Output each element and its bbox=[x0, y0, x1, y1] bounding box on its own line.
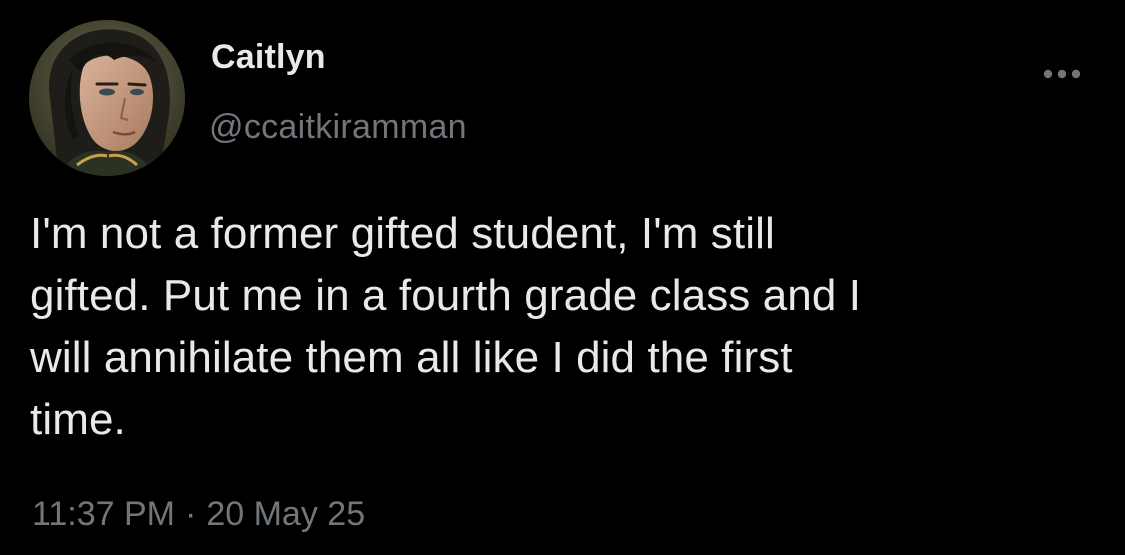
more-horizontal-icon bbox=[1043, 69, 1081, 79]
more-options-button[interactable] bbox=[1038, 58, 1086, 90]
tweet-timestamp[interactable]: 11:37 PM · 20 May 25 bbox=[32, 495, 365, 534]
tweet-text: I'm not a former gifted student, I'm sti… bbox=[30, 209, 862, 444]
username-handle[interactable]: @ccaitkiramman bbox=[209, 108, 467, 147]
tweet: Caitlyn @ccaitkiramman I'm not a former … bbox=[0, 0, 1125, 555]
tweet-time[interactable]: 11:37 PM bbox=[32, 495, 175, 533]
tweet-date[interactable]: 20 May 25 bbox=[206, 495, 365, 533]
avatar[interactable] bbox=[29, 20, 185, 176]
display-name[interactable]: Caitlyn bbox=[211, 38, 326, 77]
meta-separator: · bbox=[185, 495, 197, 533]
avatar-portrait-image bbox=[29, 20, 185, 176]
